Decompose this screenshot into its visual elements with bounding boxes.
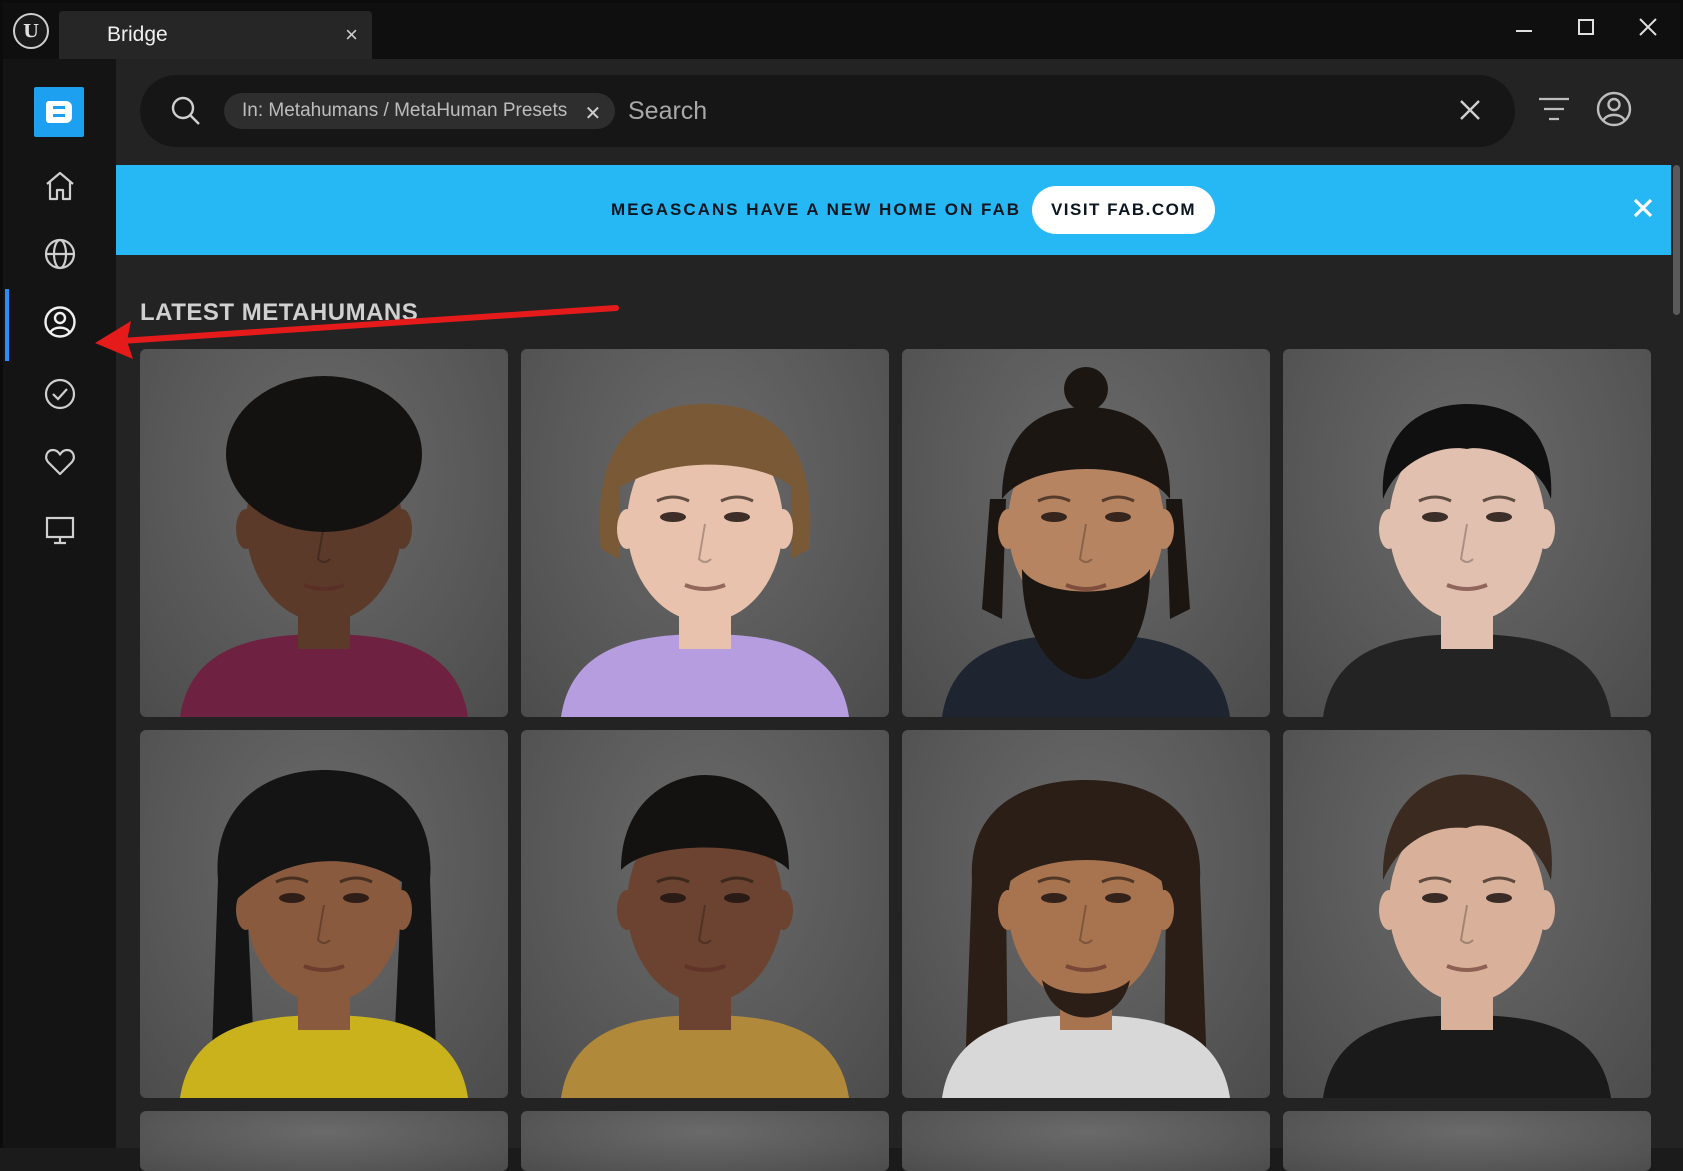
- search-bar[interactable]: In: Metahumans / MetaHuman Presets ✕: [140, 75, 1515, 147]
- sidebar: [3, 59, 116, 1148]
- close-window-button[interactable]: [1623, 7, 1673, 47]
- sidebar-item-local[interactable]: [3, 497, 116, 563]
- metahuman-card[interactable]: [902, 1111, 1270, 1171]
- scrollbar-thumb[interactable]: [1673, 165, 1680, 315]
- annotation-arrow: [95, 305, 619, 359]
- metahuman-card[interactable]: [521, 1111, 889, 1171]
- portrait-image: [180, 770, 468, 1098]
- app-window: U Bridge × In: Metahumans / MetaHuman Pr…: [0, 0, 1683, 1171]
- filter-icon[interactable]: [1536, 93, 1572, 129]
- home-icon: [45, 171, 74, 201]
- heart-icon: [44, 448, 75, 476]
- promo-banner: MEGASCANS HAVE A NEW HOME ON FAB VISIT F…: [116, 165, 1671, 255]
- metahuman-card[interactable]: [140, 349, 508, 717]
- maximize-icon: [1578, 19, 1594, 35]
- metahuman-card[interactable]: [521, 349, 889, 717]
- filter-chip-label: In: Metahumans / MetaHuman Presets: [242, 100, 568, 121]
- portrait-image: [1323, 774, 1611, 1098]
- metahuman-card[interactable]: [521, 730, 889, 1098]
- sidebar-item-downloaded[interactable]: [3, 361, 116, 427]
- tab-title: Bridge: [107, 23, 168, 46]
- tab-bridge[interactable]: Bridge ×: [59, 11, 372, 59]
- main-panel: In: Metahumans / MetaHuman Presets ✕ MEG…: [116, 59, 1683, 1171]
- portrait-image: [942, 367, 1230, 717]
- search-input[interactable]: [628, 89, 1388, 133]
- close-banner-icon[interactable]: [1628, 193, 1658, 223]
- visit-fab-button[interactable]: VISIT FAB.COM: [1032, 186, 1215, 234]
- filter-chip-close-button[interactable]: ✕: [585, 101, 602, 126]
- portrait-image: [180, 376, 468, 717]
- portrait-image: [1323, 404, 1611, 717]
- monitor-icon: [45, 516, 74, 545]
- clear-search-icon[interactable]: [1453, 93, 1487, 127]
- account-icon[interactable]: [1594, 89, 1634, 129]
- maximize-button[interactable]: [1561, 7, 1611, 47]
- search-icon[interactable]: [168, 93, 204, 129]
- portrait-image: [942, 780, 1230, 1098]
- portrait-image: [561, 775, 849, 1098]
- metahuman-card[interactable]: [1283, 730, 1651, 1098]
- banner-text: MEGASCANS HAVE A NEW HOME ON FAB: [611, 200, 1021, 219]
- title-bar: U Bridge ×: [3, 3, 1680, 59]
- sidebar-item-globe[interactable]: [3, 221, 116, 287]
- metahuman-card[interactable]: [1283, 349, 1651, 717]
- minimize-button[interactable]: [1499, 7, 1549, 47]
- portrait-image: [561, 404, 849, 717]
- bridge-logo-icon[interactable]: [34, 87, 84, 137]
- metahuman-card[interactable]: [1283, 1111, 1651, 1171]
- sidebar-item-home[interactable]: [3, 153, 116, 219]
- filter-chip[interactable]: In: Metahumans / MetaHuman Presets ✕: [224, 93, 616, 129]
- metahuman-card[interactable]: [140, 1111, 508, 1171]
- sidebar-item-favorites[interactable]: [3, 429, 116, 495]
- metahuman-card[interactable]: [140, 730, 508, 1098]
- metahuman-card[interactable]: [902, 349, 1270, 717]
- check-circle-icon: [44, 378, 75, 410]
- unreal-logo-icon: U: [13, 13, 49, 49]
- close-icon: [1639, 18, 1657, 36]
- tab-close-button[interactable]: ×: [345, 22, 358, 48]
- user-circle-icon: [43, 306, 76, 338]
- minimize-icon: [1516, 30, 1532, 32]
- metahuman-card[interactable]: [902, 730, 1270, 1098]
- globe-icon: [44, 238, 75, 270]
